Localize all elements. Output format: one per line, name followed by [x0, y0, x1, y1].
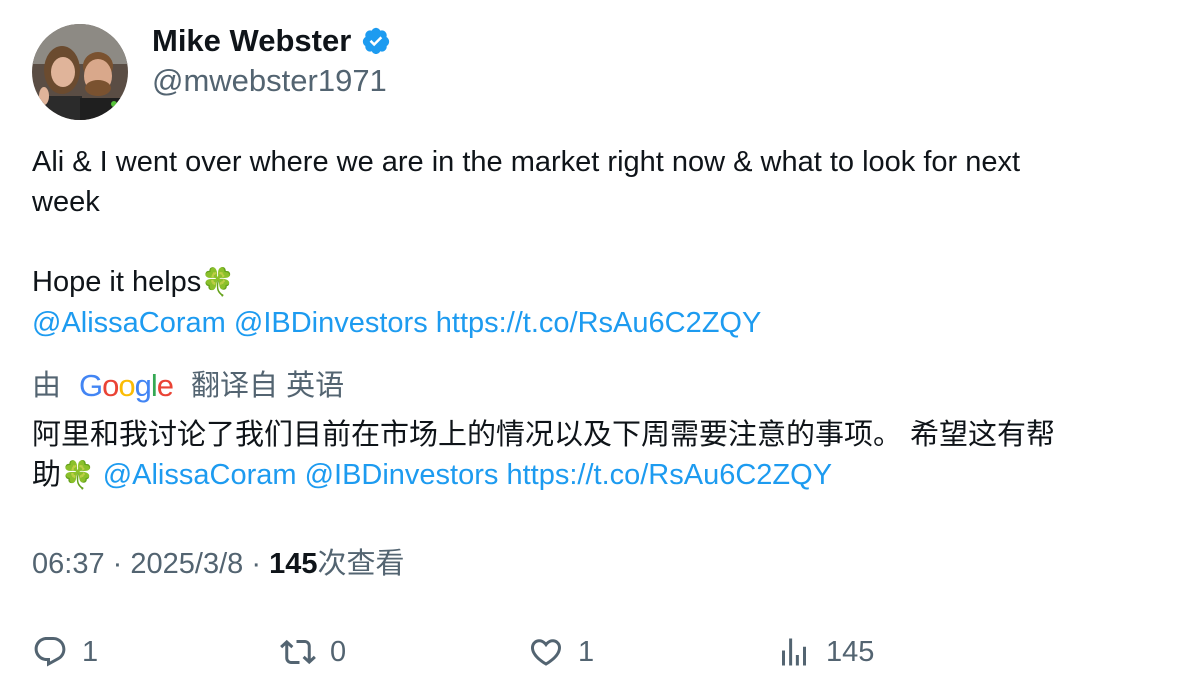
- translated-by-label: 由: [32, 370, 62, 402]
- four-leaf-clover-icon: 🍀: [61, 460, 95, 491]
- tweet-text: Ali & I went over where we are in the ma…: [32, 142, 1164, 343]
- translated-line-1: 阿里和我讨论了我们目前在市场上的情况以及下周需要注意的事项。 希望这有帮: [32, 419, 1056, 451]
- tweet-line-3: Hope it helps🍀: [32, 262, 1164, 303]
- reply-button[interactable]: 1: [32, 630, 98, 674]
- like-count: 1: [578, 635, 595, 668]
- heart-icon: [530, 639, 562, 666]
- tweet-links-line: @AlissaCoram @IBDinvestors https://t.co/…: [32, 303, 1164, 343]
- retweet-count: 0: [330, 635, 347, 668]
- retweet-button[interactable]: 0: [280, 630, 346, 674]
- retweet-icon: [280, 639, 316, 665]
- author-avatar[interactable]: [32, 24, 128, 120]
- tweet-date[interactable]: 2025/3/8: [130, 548, 243, 580]
- meta-separator: ·: [251, 548, 261, 580]
- tweet-line-1: Ali & I went over where we are in the ma…: [32, 146, 1021, 178]
- tweet-url-link[interactable]: https://t.co/RsAu6C2ZQY: [436, 307, 762, 339]
- four-leaf-clover-icon: 🍀: [201, 267, 235, 298]
- translated-mention-ibdinvestors[interactable]: @IBDinvestors: [305, 459, 499, 491]
- author-handle[interactable]: @mwebster1971: [152, 62, 387, 100]
- avatar-photo: [32, 24, 128, 120]
- translated-text: 阿里和我讨论了我们目前在市场上的情况以及下周需要注意的事项。 希望这有帮 助🍀 …: [32, 415, 1172, 496]
- mention-ibdinvestors[interactable]: @IBDinvestors: [234, 307, 428, 339]
- verified-badge-icon: [363, 27, 390, 55]
- translated-url-link[interactable]: https://t.co/RsAu6C2ZQY: [506, 459, 832, 491]
- reply-count: 1: [82, 635, 99, 668]
- tweet-time[interactable]: 06:37: [32, 548, 105, 580]
- google-logo: Google: [79, 368, 174, 403]
- like-button[interactable]: 1: [528, 630, 594, 674]
- meta-separator: ·: [112, 548, 123, 580]
- translated-from-label: 翻译自 英语: [191, 370, 345, 402]
- reply-icon: [34, 637, 66, 667]
- analytics-icon: [782, 638, 806, 666]
- hope-text: Hope it helps: [32, 266, 202, 298]
- views-count: 145: [269, 548, 318, 580]
- tweet-line-2: week: [32, 186, 100, 218]
- author-name-row[interactable]: Mike Webster: [152, 22, 391, 60]
- tweet-action-bar: 1 0 1 145: [32, 630, 1164, 674]
- views-action-count: 145: [826, 635, 875, 668]
- translation-attribution: 由 Google 翻译自 英语: [32, 366, 344, 406]
- tweet-meta: 06:37 · 2025/3/8 · 145次查看: [32, 544, 404, 584]
- mention-alissacoram[interactable]: @AlissaCoram: [32, 307, 226, 339]
- author-name[interactable]: Mike Webster: [152, 22, 351, 60]
- translated-mention-alissacoram[interactable]: @AlissaCoram: [103, 459, 297, 491]
- translated-line-2-prefix: 助: [32, 459, 62, 491]
- views-button[interactable]: 145: [776, 630, 874, 674]
- views-label: 次查看: [317, 548, 405, 580]
